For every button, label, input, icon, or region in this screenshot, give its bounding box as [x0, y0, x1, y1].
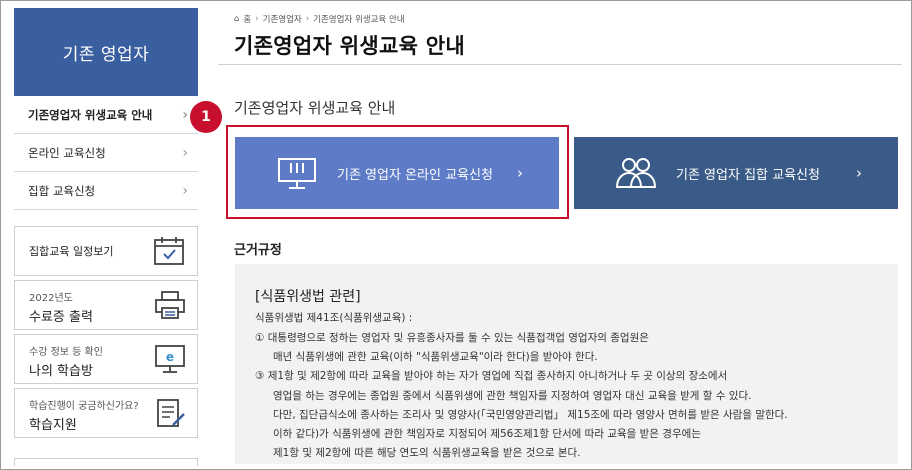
law-line: ③ 제1항 및 제2항에 따라 교육을 받아야 하는 자가 영업에 직접 종사하… [255, 370, 728, 382]
group-people-icon [615, 158, 657, 188]
sidebar-menu: 기존영업자 위생교육 안내 › 온라인 교육신청 › 집합 교육신청 › [14, 96, 198, 210]
online-apply-label: 기존 영업자 온라인 교육신청 [337, 167, 493, 183]
sidebar-item-hygiene-guide[interactable]: 기존영업자 위생교육 안내 › [14, 96, 198, 134]
quick-link-my-study[interactable]: 수강 정보 등 확인 나의 학습방 e [14, 334, 198, 384]
group-apply-button[interactable]: 기존 영업자 집합 교육신청 › [574, 137, 898, 209]
breadcrumb-item[interactable]: 기존영업자 [263, 13, 302, 25]
law-line: 매년 식품위생에 관한 교육(이하 "식품위생교육"이라 한다)을 받아야 한다… [273, 351, 598, 363]
home-icon[interactable]: ⌂ [234, 14, 239, 24]
law-line: 이하 같다)가 식품위생에 관한 책임자로 지정되어 제56조제1항 단서에 따… [273, 428, 701, 440]
law-line: 영업을 하는 경우에는 종업원 중에서 식품위생에 관한 책임자를 지정하여 영… [273, 390, 752, 402]
quick-link-support[interactable]: 학습진행이 궁금하신가요? 학습지원 [14, 388, 198, 438]
breadcrumb-separator: › [255, 14, 259, 24]
chevron-right-icon: › [182, 182, 188, 199]
law-title: [식품위생법 관련] [255, 289, 361, 305]
sidebar-item-label: 온라인 교육신청 [28, 145, 106, 160]
sidebar-item-group-apply[interactable]: 집합 교육신청 › [14, 172, 198, 210]
law-line: ① 대통령령으로 정하는 영업자 및 유흥종사자를 둘 수 있는 식품접객업 영… [255, 332, 649, 344]
document-pencil-icon [157, 399, 185, 427]
calendar-check-icon [154, 237, 184, 265]
online-apply-button[interactable]: 기존 영업자 온라인 교육신청 › [235, 137, 559, 209]
breadcrumb: ⌂ 홈 › 기존영업자 › 기존영업자 위생교육 안내 [234, 13, 405, 25]
breadcrumb-item[interactable]: 기존영업자 위생교육 안내 [313, 13, 404, 25]
law-reference-box: [식품위생법 관련] 식품위생법 제41조(식품위생교육) : ① 대통령령으로… [235, 264, 898, 464]
chevron-right-icon: › [182, 106, 188, 123]
sidebar-item-online-apply[interactable]: 온라인 교육신청 › [14, 134, 198, 172]
annotation-step-badge: 1 [190, 101, 222, 133]
chevron-right-icon: › [517, 164, 523, 182]
quick-link-group-schedule[interactable]: 집합교육 일정보기 [14, 226, 198, 276]
title-divider [218, 64, 902, 65]
group-apply-label: 기존 영업자 집합 교육신청 [676, 167, 820, 183]
section-subtitle: 기존영업자 위생교육 안내 [234, 99, 396, 117]
breadcrumb-home[interactable]: 홈 [243, 13, 251, 25]
printer-icon [155, 291, 185, 319]
basis-heading: 근거규정 [234, 243, 282, 258]
chevron-right-icon: › [182, 144, 188, 161]
breadcrumb-separator: › [305, 14, 310, 24]
law-line: 제1항 및 제2항에 따른 해당 연도의 식품위생교육을 받은 것으로 본다. [273, 447, 581, 459]
quick-link-certificate[interactable]: 2022년도 수료증 출력 [14, 280, 198, 330]
sidebar-item-label: 집합 교육신청 [28, 183, 96, 198]
page-title: 기존영업자 위생교육 안내 [234, 34, 466, 58]
law-line: 다만, 집단급식소에 종사하는 조리사 및 영양사(「국민영양관리법」 제15조… [273, 409, 788, 421]
law-line: 식품위생법 제41조(식품위생교육) : [255, 312, 413, 324]
monitor-e-icon: e [155, 345, 185, 373]
sidebar-tail [14, 458, 198, 466]
online-monitor-icon [278, 158, 316, 189]
sidebar-title: 기존 영업자 [14, 8, 198, 96]
sidebar-item-label: 기존영업자 위생교육 안내 [28, 107, 153, 122]
chevron-right-icon: › [856, 164, 862, 182]
svg-text:e: e [166, 350, 174, 364]
